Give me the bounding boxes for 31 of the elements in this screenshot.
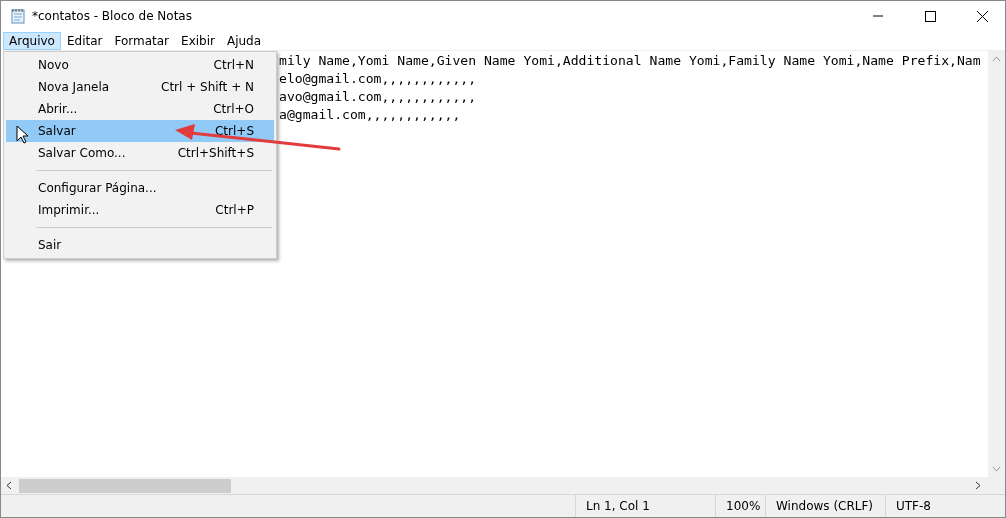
cursor-icon bbox=[16, 125, 28, 145]
scroll-up-icon[interactable] bbox=[992, 56, 1001, 62]
status-text: Ln 1, Col 1 bbox=[575, 495, 715, 517]
menu-option[interactable]: Imprimir... Ctrl+P bbox=[6, 199, 274, 221]
text-line: a@gmail.com,,,,,,,,,,,, bbox=[279, 106, 462, 124]
menu-option[interactable]: Nova Janela Ctrl + Shift + N bbox=[6, 76, 274, 98]
menu-item[interactable]: Ajuda bbox=[220, 31, 268, 50]
menu-option[interactable]: Configurar Página... bbox=[6, 177, 274, 199]
menu-option[interactable]: Sair bbox=[6, 234, 274, 256]
notepad-icon bbox=[10, 8, 26, 24]
scroll-down-icon[interactable] bbox=[992, 466, 1001, 472]
text-line: mily Name,Yomi Name,Given Name Yomi,Additional Name Yomi,Family Name Yomi,Name Prefix,Nam bbox=[279, 52, 982, 70]
scrollbar-thumb[interactable] bbox=[19, 478, 231, 493]
menu-option[interactable]: Salvar Como... Ctrl+Shift+S bbox=[6, 142, 274, 164]
menu-item[interactable]: Editar bbox=[60, 31, 109, 50]
menu-item[interactable]: Arquivo bbox=[3, 31, 61, 50]
maximize-icon bbox=[924, 10, 936, 22]
menu-option[interactable]: Salvar Ctrl+S bbox=[6, 120, 274, 142]
menu-option[interactable]: Novo Ctrl+N bbox=[6, 54, 274, 76]
status-text: UTF-8 bbox=[885, 495, 1005, 517]
window-title: *contatos - Bloco de Notas bbox=[32, 9, 193, 23]
menu-option[interactable]: Abrir... Ctrl+O bbox=[6, 98, 274, 120]
scroll-left-icon[interactable] bbox=[6, 481, 12, 490]
status-text: Windows (CRLF) bbox=[765, 495, 885, 517]
close-icon bbox=[976, 10, 988, 22]
scroll-right-icon[interactable] bbox=[975, 481, 981, 490]
status-text: 100% bbox=[715, 495, 765, 517]
menu-item[interactable]: Formatar bbox=[108, 31, 176, 50]
text-line: elo@gmail.com,,,,,,,,,,,, bbox=[279, 70, 478, 88]
text-line: avo@gmail.com,,,,,,,,,,,, bbox=[279, 88, 478, 106]
menu-item[interactable]: Exibir bbox=[175, 31, 221, 50]
